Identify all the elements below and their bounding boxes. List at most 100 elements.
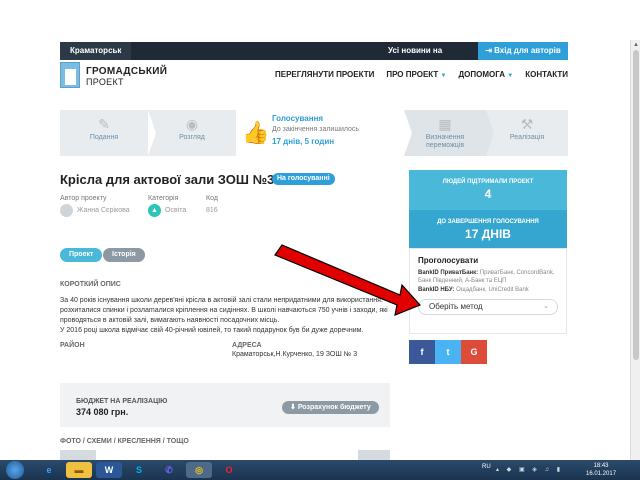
- folder-icon[interactable]: ▬: [66, 462, 92, 478]
- clock-date: 16.01.2017: [586, 471, 617, 477]
- eye-icon: ◉: [185, 116, 199, 132]
- address-label: АДРЕСА: [232, 342, 262, 349]
- windows-taskbar: e ▬ W S ✆ ◎ O RU ▴ ◆ ▣ ◈ ♫ ▮ 18:43 16.01…: [0, 460, 640, 480]
- system-tray-icons[interactable]: ▴ ◆ ▣ ◈ ♫ ▮: [496, 466, 563, 473]
- project-title: Крісла для актової зали ЗОШ №3: [60, 172, 275, 187]
- vote-method-placeholder: Оберіть метод: [429, 302, 483, 311]
- start-button[interactable]: [6, 461, 24, 479]
- category-label: Категорія: [148, 195, 179, 202]
- stage-voting[interactable]: 👍 Голосування До закінчення залишилось 1…: [236, 110, 404, 156]
- author-login-label: Вхід для авторів: [494, 46, 561, 55]
- city-selector[interactable]: Краматорськ: [60, 42, 132, 60]
- google-share-button[interactable]: G: [461, 340, 487, 364]
- stage-implementation[interactable]: ⚒ Реалізація: [486, 110, 568, 156]
- chevron-down-icon: ▼: [440, 73, 447, 79]
- budget-calculation-label: Розрахунок бюджету: [297, 404, 371, 411]
- project-description: За 40 років існування школи дерев'яні кр…: [60, 296, 390, 336]
- vote-method-name: BankID НБУ:: [418, 287, 455, 293]
- download-icon: ⬇: [290, 404, 298, 411]
- short-description-label: КОРОТКИЙ ОПИС: [60, 281, 121, 288]
- logo-subtitle[interactable]: ПРОЕКТ: [86, 77, 124, 87]
- nav-about[interactable]: ПРО ПРОЕКТ ▼: [386, 70, 446, 79]
- login-icon: ⇥: [485, 46, 495, 55]
- site-header: ГРОМАДСЬКИЙ ПРОЕКТ ПЕРЕГЛЯНУТИ ПРОЕКТИ П…: [60, 60, 568, 94]
- stage-remaining: 17 днів, 5 годин: [272, 137, 335, 146]
- graduation-cap-icon: ▲: [148, 204, 161, 217]
- supporters-stat: ЛЮДЕЙ ПІДТРИМАЛИ ПРОЕКТ 4: [409, 170, 567, 210]
- chevron-down-icon: ⌄: [543, 303, 549, 310]
- vote-method-banks: Ощадбанк, UniCredit Bank: [454, 287, 529, 293]
- language-indicator[interactable]: RU: [482, 464, 491, 470]
- photos-label: ФОТО / СХЕМИ / КРЕСЛЕННЯ / ТОЩО: [60, 438, 189, 445]
- code-label: Код: [206, 195, 218, 202]
- nav-help[interactable]: ДОПОМОГА ▼: [458, 70, 513, 79]
- chevron-down-icon: ▼: [507, 73, 514, 79]
- stage-winners[interactable]: ▦ Визначення переможців: [404, 110, 486, 156]
- stage-label: Подання: [89, 134, 119, 141]
- budget-panel: БЮДЖЕТ НА РЕАЛІЗАЦІЮ 374 080 грн. ⬇ Розр…: [60, 383, 390, 427]
- viber-icon[interactable]: ✆: [156, 462, 182, 478]
- opera-icon[interactable]: O: [216, 462, 242, 478]
- scroll-up-icon[interactable]: ▲: [633, 42, 639, 48]
- budget-label: БЮДЖЕТ НА РЕАЛІЗАЦІЮ: [76, 398, 168, 405]
- twitter-icon: t: [446, 347, 450, 357]
- buildings-icon: ▦: [438, 116, 452, 132]
- stage-divider: [404, 110, 412, 156]
- logo-building-icon[interactable]: [60, 62, 80, 88]
- description-line: У 2016 році школа відмічає свій 40-річни…: [60, 327, 364, 334]
- category-value[interactable]: Освіта: [165, 207, 186, 214]
- code-value: 816: [206, 207, 218, 214]
- nav-help-label: ДОПОМОГА: [458, 70, 506, 79]
- deadline-stat: ДО ЗАВЕРШЕННЯ ГОЛОСУВАННЯ 17 ДНІВ: [409, 210, 567, 248]
- gavel-icon: ⚒: [520, 116, 534, 132]
- stage-review[interactable]: ◉ Розгляд: [148, 110, 236, 156]
- author-label: Автор проекту: [60, 195, 107, 202]
- nav-about-label: ПРО ПРОЕКТ: [386, 70, 439, 79]
- description-line: розхиталися спинки і розлamалися кріплен…: [60, 307, 388, 314]
- address-value: Краматорськ,Н.Курченко, 19 ЗОШ № 3: [232, 351, 358, 358]
- thumbs-up-icon: 👍: [242, 120, 270, 145]
- facebook-icon: f: [420, 347, 424, 357]
- author-login-button[interactable]: ⇥ Вхід для авторів: [478, 42, 568, 60]
- author-name[interactable]: Жанна Сєрікова: [77, 207, 130, 214]
- tab-history[interactable]: Історія: [103, 248, 145, 262]
- stage-label: Голосування: [272, 114, 324, 123]
- tab-project[interactable]: Проект: [60, 248, 103, 262]
- stage-label: Визначення переможців: [425, 134, 465, 149]
- deadline-label: ДО ЗАВЕРШЕННЯ ГОЛОСУВАННЯ: [437, 219, 539, 225]
- scrollbar-thumb[interactable]: [633, 50, 639, 360]
- twitter-share-button[interactable]: t: [435, 340, 461, 364]
- vote-method-privatbank: BankID ПриватБанк: ПриватБанк, ConcordBa…: [418, 269, 563, 285]
- logo-title[interactable]: ГРОМАДСЬКИЙ: [86, 66, 167, 77]
- word-icon[interactable]: W: [96, 462, 122, 478]
- stage-sub: До закінчення залишилось: [272, 126, 360, 133]
- stage-submission[interactable]: ✎ Подання: [60, 110, 148, 156]
- vote-method-nbu: BankID НБУ: Ощадбанк, UniCredit Bank: [418, 286, 563, 294]
- nav-browse-projects[interactable]: ПЕРЕГЛЯНУТИ ПРОЕКТИ: [275, 70, 374, 79]
- stage-label: Розгляд: [179, 134, 205, 141]
- status-badge: На голосуванні: [272, 173, 335, 185]
- description-line: проводяться в актовій залі, вимагають на…: [60, 317, 280, 324]
- supporters-value: 4: [484, 187, 492, 201]
- vote-title: Проголосувати: [418, 256, 479, 265]
- top-bar: Краматорськ Усі новини на facebook ⇥ Вхі…: [60, 42, 568, 60]
- budget-value: 374 080 грн.: [76, 407, 129, 417]
- nav-contacts[interactable]: КОНТАКТИ: [525, 70, 568, 79]
- skype-icon[interactable]: S: [126, 462, 152, 478]
- clock[interactable]: 18:43 16.01.2017: [586, 462, 616, 478]
- browser-top-blank: [0, 0, 640, 42]
- stage-divider: [148, 110, 156, 156]
- avatar: [60, 204, 73, 217]
- page-scrollbar[interactable]: ▲: [630, 40, 640, 460]
- supporters-label: ЛЮДЕЙ ПІДТРИМАЛИ ПРОЕКТ: [442, 179, 534, 185]
- project-stages-bar: ✎ Подання ◉ Розгляд 👍 Голосування До зак…: [60, 110, 568, 156]
- district-label: РАЙОН: [60, 342, 85, 349]
- vote-method-select[interactable]: Оберіть метод ⌄: [418, 299, 558, 315]
- vote-panel: Проголосувати BankID ПриватБанк: ПриватБ…: [409, 248, 567, 334]
- facebook-share-button[interactable]: f: [409, 340, 435, 364]
- chrome-icon[interactable]: ◎: [186, 462, 212, 478]
- budget-calculation-button[interactable]: ⬇ Розрахунок бюджету: [282, 401, 379, 414]
- deadline-value: 17 ДНІВ: [465, 227, 511, 241]
- google-icon: G: [470, 347, 478, 357]
- ie-icon[interactable]: e: [36, 462, 62, 478]
